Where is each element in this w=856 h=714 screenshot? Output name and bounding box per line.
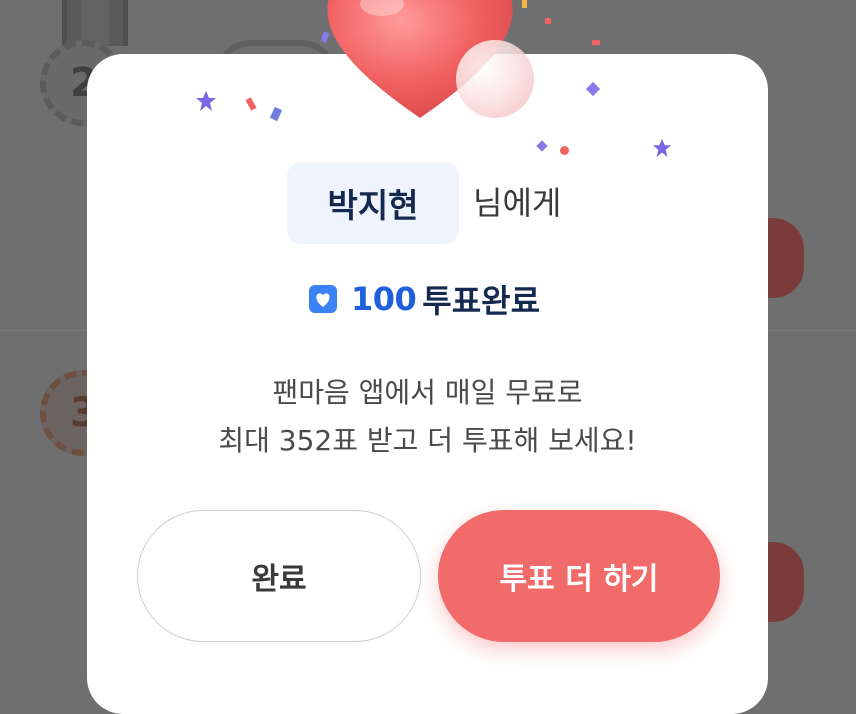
confetti-piece (545, 18, 551, 24)
promo-message-line2: 최대 352표 받고 더 투표해 보세요! (218, 424, 637, 457)
rank-ribbon (62, 0, 128, 46)
done-button[interactable]: 완료 (137, 510, 421, 642)
confetti-piece (560, 146, 569, 155)
promo-message-line1: 팬마음 앱에서 매일 무료로 (272, 376, 583, 409)
confetti-piece (522, 0, 527, 8)
vote-count: 100 (351, 280, 417, 318)
star-confetti-icon (652, 138, 672, 158)
vote-status: 투표완료 (422, 282, 541, 320)
confetti-piece (592, 40, 600, 45)
heart-badge-icon (309, 285, 337, 313)
star-confetti-icon (196, 91, 216, 111)
vote-more-button-label: 투표 더 하기 (499, 562, 659, 597)
recipient-name-chip: 박지현 (287, 162, 459, 244)
recipient-name: 박지현 (327, 186, 419, 225)
vote-more-button[interactable]: 투표 더 하기 (438, 510, 720, 642)
bubble-decoration (456, 40, 534, 118)
done-button-label: 완료 (251, 562, 307, 597)
vote-result: 100 투표완료 (307, 276, 540, 322)
recipient-suffix: 님에게 (473, 184, 562, 222)
